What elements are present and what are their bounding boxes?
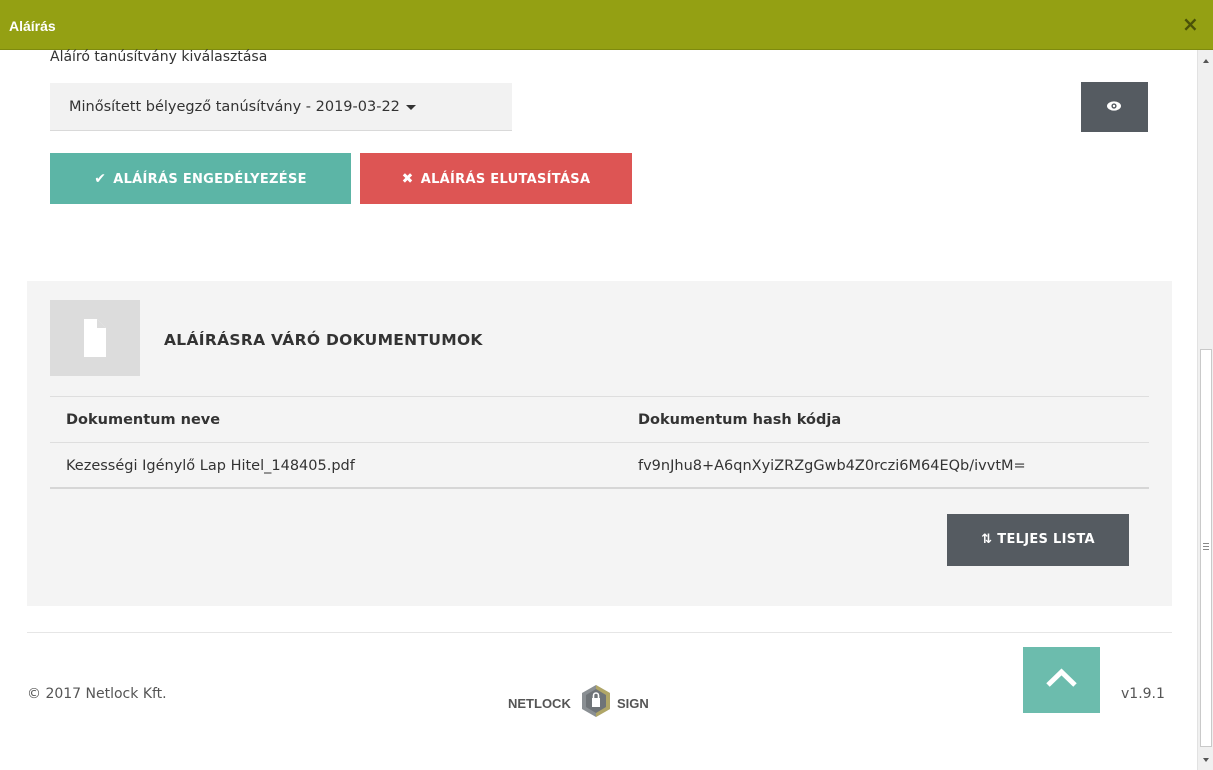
- caret-down-icon: [405, 104, 416, 110]
- pending-documents-heading: ALÁÍRÁSRA VÁRÓ DOKUMENTUMOK: [164, 331, 483, 349]
- certificate-selected-value: Minősített bélyegző tanúsítvány - 2019-0…: [69, 99, 400, 115]
- full-list-button[interactable]: ⇅ TELJES LISTA: [947, 514, 1129, 566]
- documents-table: Dokumentum neve Dokumentum hash kódja Ke…: [50, 396, 1149, 489]
- document-icon-box: [50, 300, 140, 376]
- lock-hexagon-icon: [582, 685, 610, 717]
- dialog-title: Aláírás: [9, 18, 56, 34]
- table-row[interactable]: Kezességi Igénylő Lap Hitel_148405.pdf f…: [50, 443, 1149, 489]
- signer-certificate-label: Aláíró tanúsítvány kiválasztása: [50, 49, 268, 65]
- vertical-scrollbar[interactable]: [1197, 50, 1213, 770]
- logo-text-left: NETLOCK: [508, 696, 571, 711]
- footer-divider: [27, 632, 1172, 633]
- pending-documents-panel: ALÁÍRÁSRA VÁRÓ DOKUMENTUMOK Dokumentum n…: [27, 281, 1172, 606]
- chevron-up-icon: [1046, 668, 1077, 687]
- table-header-row: Dokumentum neve Dokumentum hash kódja: [50, 397, 1149, 443]
- app-version: v1.9.1: [1121, 686, 1165, 702]
- scroll-to-top-button[interactable]: [1023, 647, 1100, 713]
- column-header-hash: Dokumentum hash kódja: [638, 412, 842, 428]
- scroll-down-icon[interactable]: [1203, 758, 1209, 762]
- full-list-label: TELJES LISTA: [997, 532, 1095, 547]
- sort-icon: ⇅: [981, 532, 993, 547]
- reject-signature-label: ALÁÍRÁS ELUTASÍTÁSA: [420, 172, 591, 187]
- check-icon: ✔: [94, 171, 107, 187]
- document-hash: fv9nJhu8+A6qnXyiZRZgGwb4Z0rczi6M64EQb/iv…: [638, 458, 1026, 474]
- cross-icon: ✖: [401, 171, 414, 187]
- close-icon[interactable]: ×: [1182, 14, 1199, 34]
- approve-signature-label: ALÁÍRÁS ENGEDÉLYEZÉSE: [113, 172, 307, 187]
- column-header-name: Dokumentum neve: [66, 412, 221, 428]
- document-name: Kezességi Igénylő Lap Hitel_148405.pdf: [66, 458, 355, 474]
- logo-text-right: SIGN: [617, 696, 649, 711]
- dialog-titlebar: Aláírás ×: [0, 0, 1213, 50]
- reject-signature-button[interactable]: ✖ ALÁÍRÁS ELUTASÍTÁSA: [360, 153, 632, 204]
- certificate-dropdown[interactable]: Minősített bélyegző tanúsítvány - 2019-0…: [50, 83, 512, 131]
- scrollbar-grip-icon: [1203, 543, 1209, 544]
- scroll-up-icon[interactable]: [1203, 59, 1209, 63]
- approve-signature-button[interactable]: ✔ ALÁÍRÁS ENGEDÉLYEZÉSE: [50, 153, 351, 204]
- document-icon: [84, 319, 106, 357]
- preview-certificate-button[interactable]: [1081, 82, 1148, 132]
- scrollbar-thumb[interactable]: [1200, 349, 1212, 747]
- eye-icon: [1107, 101, 1121, 111]
- copyright-text: © 2017 Netlock Kft.: [27, 686, 167, 702]
